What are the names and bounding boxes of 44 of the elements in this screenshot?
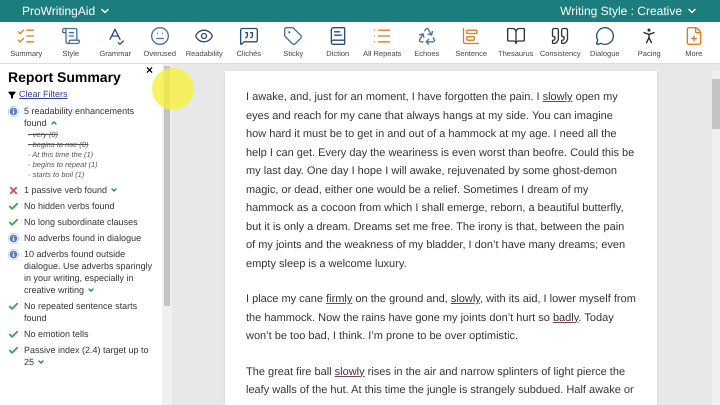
close-button[interactable]: × bbox=[146, 64, 154, 76]
check-icon bbox=[8, 328, 19, 340]
clear-filters-link[interactable]: Clear Filters bbox=[19, 88, 68, 102]
check-icon bbox=[8, 344, 19, 356]
report-item[interactable]: No hidden verbs found bbox=[22, 200, 115, 212]
writing-style-menu[interactable]: Writing Style : Creative bbox=[560, 2, 698, 20]
face-icon bbox=[150, 26, 170, 46]
speech-bubble-icon bbox=[594, 26, 615, 46]
check-icon bbox=[8, 300, 19, 312]
scrollbar-thumb bbox=[712, 79, 720, 129]
cursor-highlight bbox=[152, 68, 194, 110]
report-item[interactable]: 1 passive verb found bbox=[22, 184, 118, 196]
quote-bubble-icon bbox=[238, 26, 259, 46]
document-paragraph: I place my cane firmly on the ground and, slowly, with its aid, I lower myself from the hammock. Now the rains have gone my joints don’t hurt so badly. Today won’t be too bad, I think. I’m prone to be over optimistic. bbox=[246, 292, 636, 344]
recycle-icon bbox=[416, 26, 437, 46]
caret-icon[interactable] bbox=[50, 119, 58, 128]
quote-icon bbox=[550, 26, 570, 46]
caret-icon[interactable] bbox=[110, 186, 118, 194]
caret-icon[interactable] bbox=[37, 358, 46, 366]
tag-icon bbox=[283, 26, 304, 46]
brand-menu[interactable]: ProWritingAid bbox=[22, 2, 112, 20]
check-icon bbox=[8, 200, 19, 212]
report-item[interactable]: No emotion tells bbox=[22, 328, 89, 340]
info-icon bbox=[8, 106, 19, 116]
report-item[interactable]: No repeated sentence starts found bbox=[22, 300, 154, 324]
document-paragraph: The great fire ball slowly rises in the air and narrow splinters of light pierce the leafy walls of the hut. At this time the jungle is strangely subdued. Half awake or bbox=[246, 364, 635, 398]
report-item[interactable]: 5 readability enhancements found bbox=[22, 104, 154, 128]
report-item[interactable]: 10 adverbs found outside dialogue. Use adverbs sparingly in your writing, especially in creative writing bbox=[22, 248, 154, 296]
panel-title: Report Summary bbox=[8, 68, 121, 86]
info-icon bbox=[8, 232, 19, 244]
caret-icon[interactable] bbox=[87, 286, 96, 294]
report-item[interactable]: No adverbs found in dialogue bbox=[22, 232, 142, 244]
report-item[interactable]: Passive index (2.4) target up to 25 bbox=[22, 344, 154, 368]
report-item[interactable]: No long subordinate clauses bbox=[22, 216, 138, 228]
document-paragraph: I awake, and, just for an moment, I have forgotten the pain. I slowly open my eyes and reach for my cane that always hangs at my side. You can imagine how hard it must be to get in and out of a hammock at my age. I need all the help I can get. Every day the weariness is even worst than beofre. Could this be my last day. One day I hope I will awake, rejuvenated by some ghost-demon magic, or dead, either one would be a relief. Sometimes I dream of my hammock as a cocoon from which I shall emerge, reborn, a beautiful butterfly, but it is only a dream. Dreams set me free. The irony is that, between the pain of my joints and the weakness of my bladder, I don’t have many dreams; even empty sleep is a welcome luxury. bbox=[246, 90, 636, 272]
book-icon bbox=[328, 26, 348, 46]
file-plus-icon bbox=[684, 26, 704, 46]
check-icon bbox=[8, 216, 19, 228]
filter-icon bbox=[8, 90, 16, 99]
scroll-icon bbox=[60, 26, 81, 46]
info-icon bbox=[8, 248, 19, 260]
cross-icon bbox=[8, 184, 19, 196]
open-book-icon bbox=[506, 26, 526, 46]
bar-chart-icon bbox=[461, 26, 482, 46]
